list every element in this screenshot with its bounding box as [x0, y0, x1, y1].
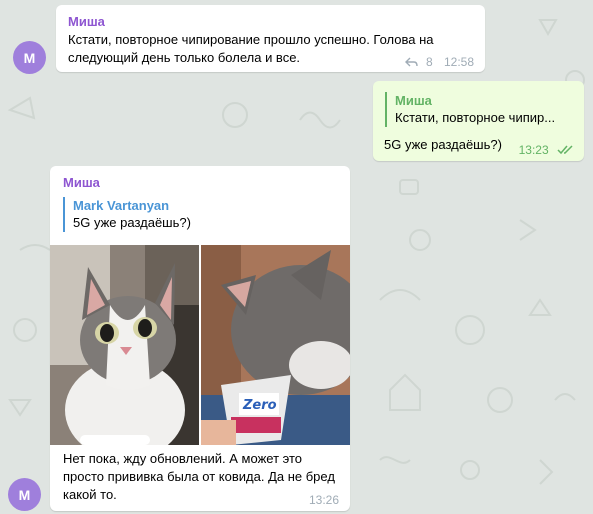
message-meta: 8 12:58 — [404, 55, 474, 69]
message-text: 5G уже раздаёшь?) — [384, 137, 502, 152]
sender-name[interactable]: Миша — [68, 14, 105, 29]
message-text: Нет пока, жду обновлений. А может это пр… — [63, 451, 335, 502]
reply-arrow-icon — [404, 57, 418, 67]
reply-quote-text: 5G уже раздаёшь?) — [73, 215, 191, 230]
cat-eating-yogurt-photo-icon[interactable]: Zero — [201, 245, 350, 445]
reply-quote-name: Миша — [395, 93, 432, 108]
incoming-message-bubble[interactable]: Миша Mark Vartanyan 5G уже раздаёшь?) Ze… — [50, 166, 350, 511]
outgoing-message-bubble[interactable]: Миша Кстати, повторное чипир... 5G уже р… — [373, 81, 584, 161]
incoming-message-bubble[interactable]: Миша Кстати, повторное чипирование прошл… — [56, 5, 485, 72]
reply-quote[interactable]: Mark Vartanyan 5G уже раздаёшь?) — [63, 197, 333, 232]
avatar[interactable]: М — [13, 41, 46, 74]
message-time: 12:58 — [443, 55, 474, 69]
reply-quote-name: Mark Vartanyan — [73, 198, 170, 213]
views-count: 8 — [425, 55, 433, 69]
cat-photo-icon[interactable] — [50, 245, 199, 445]
message-meta: 13:23 — [519, 143, 575, 157]
reply-quote-text: Кстати, повторное чипир... — [395, 110, 556, 125]
yogurt-label: Zero — [242, 398, 277, 413]
message-time: 13:23 — [518, 143, 549, 157]
avatar[interactable]: М — [8, 478, 41, 511]
message-meta: 13:26 — [309, 493, 339, 507]
message-time: 13:26 — [308, 493, 339, 507]
reply-quote[interactable]: Миша Кстати, повторное чипир... — [385, 92, 575, 127]
double-check-icon — [557, 145, 573, 155]
sender-name[interactable]: Миша — [63, 175, 100, 190]
